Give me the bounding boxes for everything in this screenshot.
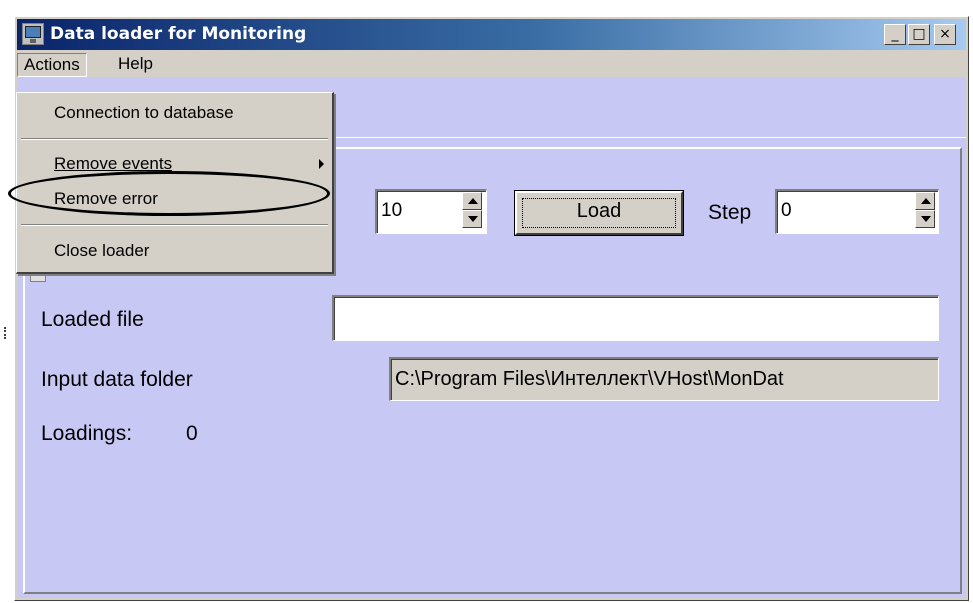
step-label: Step (708, 201, 752, 224)
triangle-up-icon (468, 198, 478, 204)
step-spinner[interactable] (915, 192, 935, 228)
chevron-right-icon (319, 159, 324, 169)
count-spin-down[interactable] (462, 210, 482, 228)
triangle-up-icon (921, 198, 931, 204)
maximize-button[interactable]: □ (908, 24, 930, 45)
menu-actions[interactable]: Actions (17, 53, 87, 77)
count-spinner[interactable] (462, 192, 482, 228)
actions-dropdown-menu: Connection to database Remove events Rem… (16, 92, 334, 274)
load-button[interactable]: Load (514, 190, 684, 236)
monitor-stand (30, 39, 36, 43)
menu-bar: Actions Help (17, 51, 966, 77)
triangle-down-icon (921, 216, 931, 222)
window-title: Data loader for Monitoring (50, 24, 307, 44)
count-spin-up[interactable] (462, 192, 482, 210)
loaded-file-label: Loaded file (41, 308, 144, 331)
menu-item-close-loader[interactable]: Close loader (17, 238, 332, 264)
menu-separator (21, 138, 328, 140)
load-button-label: Load (576, 200, 622, 222)
monitor-screen (25, 26, 41, 38)
menu-item-remove-events-label: Remove events (54, 154, 173, 173)
minimize-button[interactable]: _ (884, 24, 906, 45)
menu-separator (21, 224, 328, 226)
step-spin-up[interactable] (915, 192, 935, 210)
edge-marker (4, 327, 9, 339)
input-folder-label: Input data folder (41, 368, 193, 391)
menu-item-remove-error[interactable]: Remove error (17, 186, 332, 212)
loaded-file-field[interactable] (332, 295, 939, 341)
menu-item-remove-events[interactable]: Remove events (17, 151, 332, 177)
close-button[interactable]: × (934, 24, 956, 45)
triangle-down-icon (468, 216, 478, 222)
loadings-count: 0 (186, 422, 198, 445)
title-bar[interactable]: Data loader for Monitoring _ □ × (17, 19, 966, 50)
menu-item-connection-to-database[interactable]: Connection to database (17, 100, 332, 126)
monitor-icon[interactable] (22, 23, 44, 45)
menu-help[interactable]: Help (112, 53, 159, 75)
loadings-label: Loadings: (41, 422, 133, 445)
input-folder-field: C:\Program Files\Интеллект\VHost\MonDat (389, 357, 939, 401)
step-spin-down[interactable] (915, 210, 935, 228)
